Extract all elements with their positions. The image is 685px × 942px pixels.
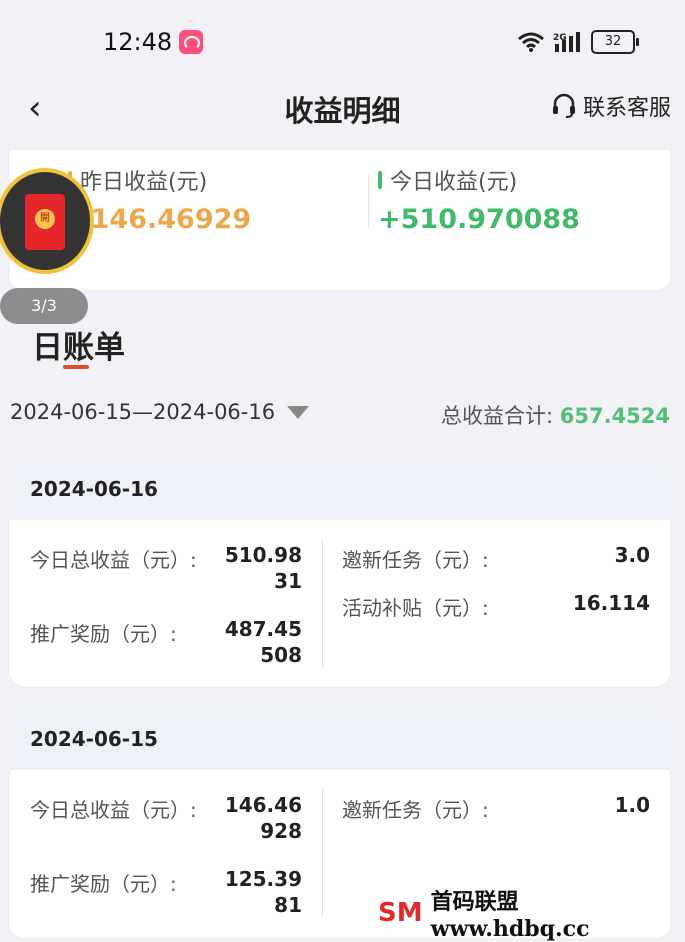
promo-reward-label: 推广奖励（元）: [30,872,177,896]
total-earnings: 总收益合计: 657.4524 [441,400,670,430]
invite-task-value: 3.0 [614,543,650,567]
nav-bar: ‹ 收益明细 联系客服 [0,80,685,140]
activity-subsidy-label: 活动补贴（元）: [342,596,489,620]
card-divider [322,538,323,668]
today-label: 今日收益(元) [390,170,518,195]
title-underline [63,365,89,369]
promo-reward-value: 125.39 81 [225,866,302,918]
total-earnings-label: 今日总收益（元）: [30,548,197,572]
headset-icon [552,93,575,118]
signal-icon: 2G [553,32,580,52]
battery-icon: 32 [591,30,639,54]
watermark-logo: SM [378,898,423,928]
total-earnings-value-line2: 928 [260,819,302,843]
total-label: 总收益合计: [440,404,554,428]
day-date: 2024-06-15 [10,708,670,770]
daily-bill-title: 日账单 [32,330,125,366]
total-earnings-value-line1: 510.98 [224,543,302,567]
promo-reward-label: 推广奖励（元）: [30,622,177,646]
invite-task-label: 邀新任务（元）: [342,798,489,822]
total-earnings-value: 146.46 928 [225,792,302,844]
app-notification-icon [179,30,203,54]
watermark-text: 首码联盟 www.hdbq.cc [430,889,590,942]
today-earnings: 今日收益(元) +510.970088 [378,164,580,235]
status-time: 12:48 [103,28,173,56]
status-bar: 12:48 2G 32 [0,0,685,80]
promo-reward-value-line1: 125.39 [224,867,302,891]
yesterday-earnings: 昨日收益(元) +146.46929 [68,164,251,235]
total-earnings-value-line1: 146.46 [224,793,302,817]
today-value: +510.970088 [378,204,580,235]
earnings-summary-card: 昨日收益(元) +146.46929 今日收益(元) +510.970088 [10,150,670,290]
open-coin-icon: 開 [35,209,55,229]
day-date: 2024-06-16 [10,458,670,520]
yesterday-label: 昨日收益(元) [80,170,208,195]
total-earnings-value: 510.98 31 [225,542,302,594]
total-earnings-label: 今日总收益（元）: [30,798,197,822]
date-range-selector[interactable]: 2024-06-15—2024-06-16 [10,400,310,424]
battery-level: 32 [604,34,622,49]
contact-support-button[interactable]: 联系客服 [551,90,671,122]
total-earnings-value-line2: 31 [274,569,302,593]
promo-reward-value-line1: 487.45 [224,617,302,641]
card-divider [322,788,323,918]
promo-reward-value-line2: 81 [274,893,302,917]
filter-row: 2024-06-15—2024-06-16 总收益合计: 657.4524 [10,400,670,430]
invite-task-value: 1.0 [614,793,650,817]
watermark: SM 首码联盟 www.hdbq.cc [378,884,685,942]
total-value: 657.4524 [559,404,670,428]
yesterday-value: +146.46929 [68,204,252,235]
wifi-icon [518,32,544,52]
dropdown-triangle-icon [287,405,310,419]
invite-task-label: 邀新任务（元）: [342,548,489,572]
today-marker [378,171,382,189]
promo-reward-value-line2: 508 [260,643,302,667]
date-range-text: 2024-06-15—2024-06-16 [10,400,276,424]
contact-support-label: 联系客服 [582,96,671,121]
red-packet-counter: 3/3 [0,288,88,324]
promo-reward-value: 487.45 508 [225,616,302,668]
summary-divider [368,172,369,228]
system-icons: 2G 32 [517,30,639,54]
activity-subsidy-value: 16.114 [572,591,650,615]
red-packet-button[interactable]: 開 [0,168,94,274]
day-card: 2024-06-16 今日总收益（元）: 510.98 31 推广奖励（元）: … [10,458,670,686]
